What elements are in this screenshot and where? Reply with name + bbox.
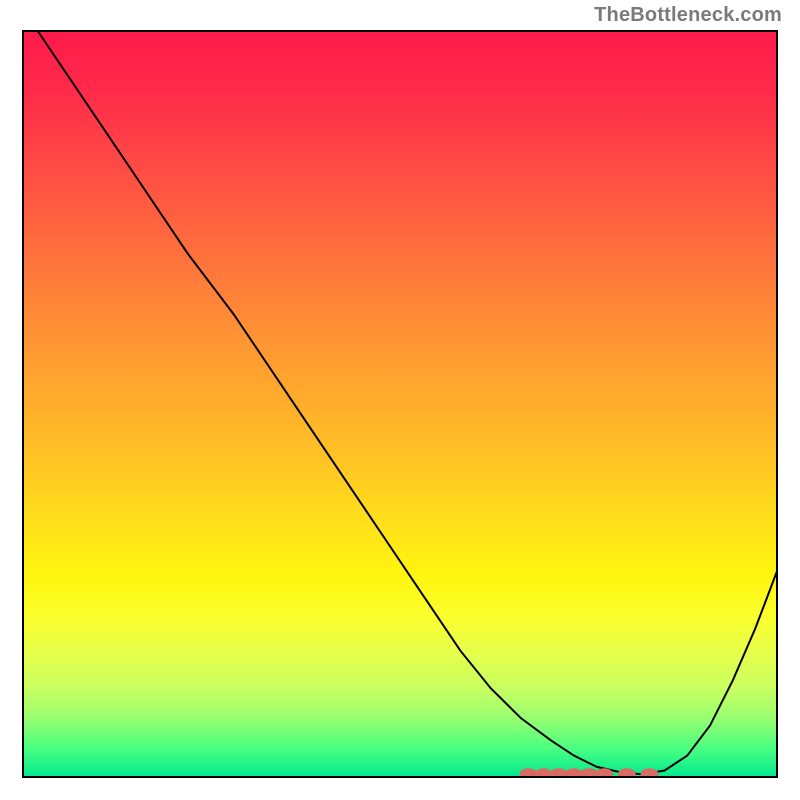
marker-dot bbox=[618, 768, 636, 778]
chart-plot-area bbox=[22, 30, 778, 778]
marker-dot bbox=[640, 768, 658, 778]
marker-dot bbox=[595, 768, 613, 778]
data-markers bbox=[22, 30, 778, 778]
watermark-text: TheBottleneck.com bbox=[594, 4, 782, 27]
